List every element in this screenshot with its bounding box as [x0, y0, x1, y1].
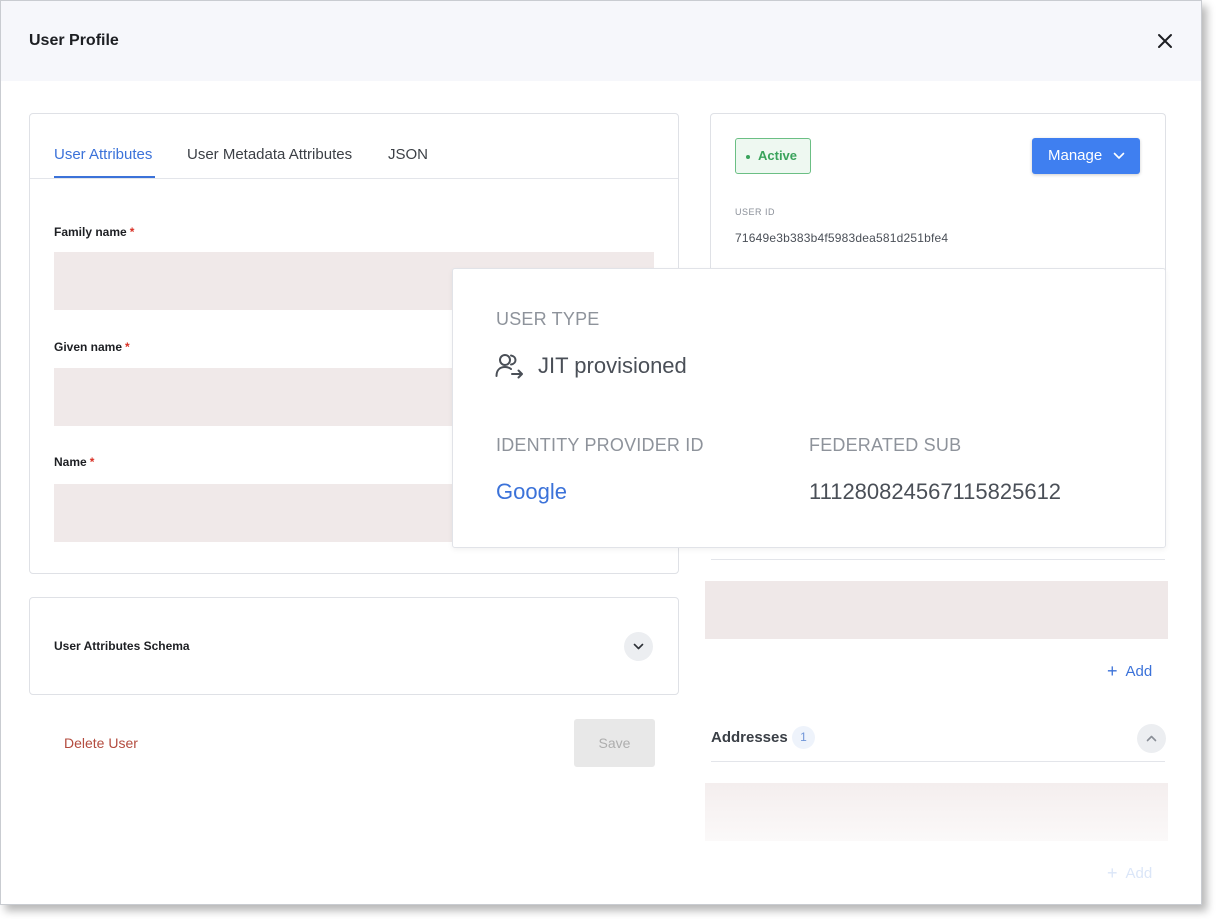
identity-provider-link[interactable]: Google	[496, 479, 567, 505]
required-mark: *	[125, 340, 130, 354]
dialog-title: User Profile	[29, 32, 119, 49]
expand-schema-button[interactable]	[624, 632, 653, 661]
add-address-button[interactable]: + Add	[1107, 863, 1152, 884]
manage-dropdown-button[interactable]: Manage	[1032, 138, 1140, 174]
addresses-count-badge: 1	[792, 726, 815, 749]
dialog-header: User Profile	[1, 1, 1201, 81]
required-mark: *	[129, 225, 135, 239]
user-type-popover: USER TYPE JIT provisioned IDENTITY PROVI…	[452, 268, 1166, 548]
addresses-title: Addresses	[711, 729, 788, 746]
chevron-up-icon	[1146, 735, 1157, 742]
user-id-label: USER ID	[735, 207, 776, 217]
user-attributes-schema-card[interactable]: User Attributes Schema	[29, 597, 679, 695]
section-divider	[711, 559, 1165, 560]
status-badge: Active	[735, 138, 811, 174]
section-divider	[711, 761, 1165, 762]
name-label: Name *	[54, 455, 95, 469]
plus-icon: +	[1107, 661, 1118, 681]
add-attribute-button[interactable]: + Add	[1107, 661, 1152, 682]
user-status-card: Active Manage USER ID 71649e3b383b4f5983…	[710, 113, 1166, 288]
federated-sub-label: FEDERATED SUB	[809, 435, 962, 455]
federated-sub-value: 111280824567115825612	[809, 479, 1062, 504]
tab-user-metadata-attributes[interactable]: User Metadata Attributes	[187, 146, 352, 163]
user-profile-dialog: User Profile User Attributes User Metada…	[0, 0, 1202, 905]
tab-user-attributes[interactable]: User Attributes	[54, 146, 152, 163]
status-dot-icon	[746, 154, 750, 159]
family-name-label: Family name *	[54, 225, 135, 239]
address-input[interactable]	[705, 783, 1168, 841]
chevron-down-icon	[1113, 152, 1125, 159]
identity-provider-label: IDENTITY PROVIDER ID	[496, 435, 704, 455]
user-type-value: JIT provisioned	[538, 353, 687, 378]
schema-title: User Attributes Schema	[54, 639, 190, 653]
active-tab-indicator	[54, 176, 155, 178]
save-button[interactable]: Save	[574, 719, 655, 767]
delete-user-button[interactable]: Delete User	[64, 735, 138, 751]
attribute-tabs: User Attributes User Metadata Attributes…	[30, 114, 678, 179]
user-id-value: 71649e3b383b4f5983dea581d251bfe4	[735, 231, 949, 245]
required-mark: *	[89, 455, 95, 469]
collapse-addresses-button[interactable]	[1137, 724, 1166, 753]
users-arrow-icon	[495, 354, 523, 379]
user-type-label: USER TYPE	[496, 309, 600, 329]
plus-icon: +	[1107, 863, 1118, 883]
close-icon	[1158, 34, 1172, 48]
tab-json[interactable]: JSON	[388, 146, 428, 163]
given-name-label: Given name *	[54, 340, 130, 354]
attribute-value-input[interactable]	[705, 581, 1168, 639]
close-button[interactable]	[1153, 29, 1177, 53]
chevron-down-icon	[633, 643, 644, 650]
